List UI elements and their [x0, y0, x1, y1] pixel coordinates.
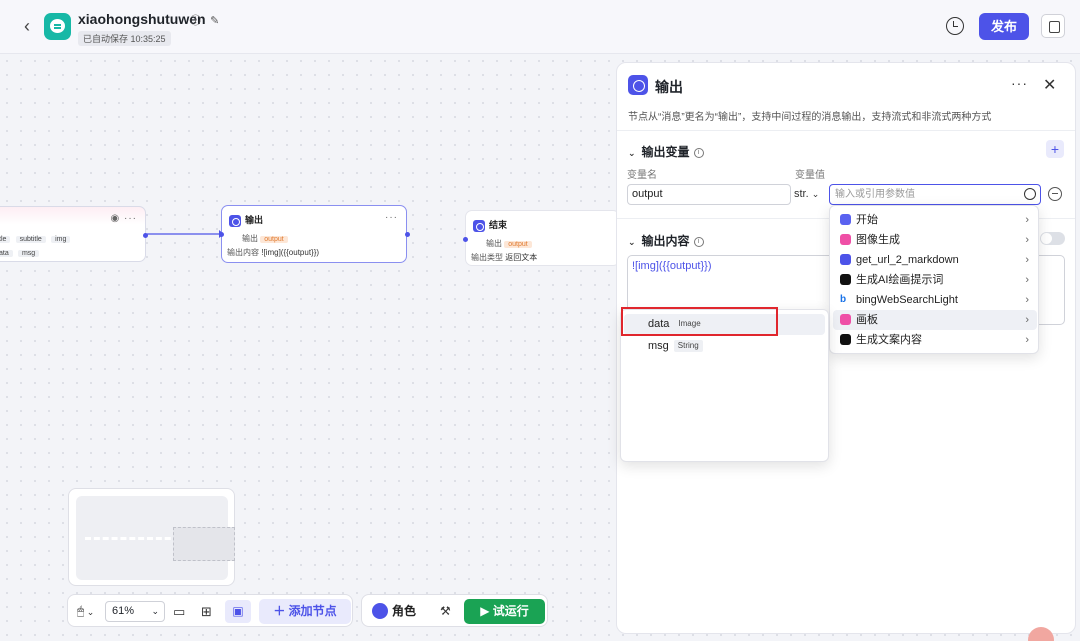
- start-node-icon: [840, 213, 851, 225]
- menu-item-bing[interactable]: b bingWebSearchLight ›: [833, 290, 1037, 310]
- output-node-icon: [229, 214, 241, 227]
- param-tag: tle: [0, 236, 11, 243]
- param-tag: subtitle: [15, 236, 46, 243]
- node-reference-menu: 开始 › 图像生成 › get_url_2_markdown › 生成AI绘画提示词 ›…: [829, 205, 1039, 354]
- var-item-msg[interactable]: msg String: [624, 336, 825, 357]
- menu-item-copywriting[interactable]: 生成文案内容 ›: [833, 330, 1037, 350]
- field-label: 输出: [242, 234, 258, 243]
- layout-icon[interactable]: ⊞: [201, 595, 212, 628]
- output-tag: output: [504, 241, 532, 248]
- chevron-right-icon: ›: [1025, 234, 1029, 246]
- run-toolbar: 角色 ⚒ ▶ 试运行: [361, 594, 548, 627]
- minimap-toggle-icon[interactable]: ▣: [225, 600, 251, 623]
- history-icon[interactable]: [946, 17, 964, 35]
- bing-icon: b: [840, 293, 847, 305]
- node-title: 输出: [245, 215, 264, 225]
- output-port[interactable]: [143, 233, 148, 238]
- plugin-icon: [840, 253, 851, 265]
- param-tag: img: [51, 236, 71, 243]
- col-label-value: 变量值: [795, 170, 825, 181]
- chevron-right-icon: ›: [1025, 294, 1029, 306]
- run-button[interactable]: ▶ 试运行: [464, 599, 545, 624]
- variable-value-input[interactable]: 输入或引用参数值: [829, 184, 1041, 205]
- node-title: 结束: [489, 220, 508, 230]
- more-icon[interactable]: ···: [1011, 75, 1028, 91]
- llm-icon: [840, 333, 851, 345]
- comment-icon[interactable]: ▭: [173, 595, 185, 628]
- add-variable-button[interactable]: +: [1046, 140, 1064, 158]
- more-icon[interactable]: ◉ ···: [111, 213, 138, 224]
- minimap-viewport[interactable]: [173, 527, 235, 561]
- chevron-right-icon: ›: [1025, 334, 1029, 346]
- menu-item-image-gen[interactable]: 图像生成 ›: [833, 230, 1037, 250]
- type-value: 返回文本: [505, 253, 538, 262]
- type-badge: String: [673, 340, 703, 353]
- edit-icon[interactable]: ✎: [210, 15, 219, 27]
- llm-icon: [840, 273, 851, 285]
- variable-name-input[interactable]: output: [627, 184, 791, 205]
- output-node-icon: [628, 75, 648, 95]
- info-icon[interactable]: ⓘ: [190, 15, 201, 27]
- app-logo: [44, 13, 71, 40]
- image-gen-icon: [840, 233, 851, 245]
- output-port[interactable]: [405, 232, 410, 237]
- canvas-toolbar: 🖱︎ ⌄ 61% ⌄ ▭ ⊞ ▣ ＋ 添加节点: [67, 594, 353, 627]
- menu-item-start[interactable]: 开始 ›: [833, 210, 1037, 230]
- back-arrow-icon[interactable]: ‹: [18, 17, 36, 35]
- chevron-right-icon: ›: [1025, 274, 1029, 286]
- add-node-button[interactable]: ＋ 添加节点: [259, 599, 351, 624]
- node-end[interactable]: 结束 输出 output 输出类型 返回文本: [463, 210, 620, 266]
- chevron-right-icon: ›: [1025, 254, 1029, 266]
- reference-picker-icon[interactable]: [1024, 188, 1036, 200]
- section-output-vars[interactable]: ⌄ 输出变量 i: [628, 143, 704, 160]
- content-value: ![img]({{output}}): [261, 248, 320, 257]
- canvas-board-icon: [840, 313, 851, 325]
- menu-item-ai-prompt[interactable]: 生成AI绘画提示词 ›: [833, 270, 1037, 290]
- field-label: 输出类型: [471, 253, 503, 262]
- node-left[interactable]: ◉ ··· tle subtitle img ata msg: [0, 206, 148, 262]
- output-tag: output: [260, 236, 288, 243]
- mouse-mode-icon[interactable]: 🖱︎ ⌄: [77, 595, 94, 628]
- menu-item-canvas[interactable]: 画板 ›: [833, 310, 1037, 330]
- highlight-box: [621, 307, 778, 336]
- zoom-select[interactable]: 61% ⌄: [105, 601, 165, 622]
- menu-item-get-url[interactable]: get_url_2_markdown ›: [833, 250, 1037, 270]
- debug-icon[interactable]: ⚒: [440, 595, 451, 628]
- remove-variable-icon[interactable]: [1048, 187, 1062, 201]
- panel-title: 输出: [655, 79, 683, 95]
- chevron-right-icon: ›: [1025, 314, 1029, 326]
- param-tag: msg: [17, 250, 40, 257]
- param-tag: ata: [0, 250, 13, 257]
- section-output-content[interactable]: ⌄ 输出内容 i: [628, 232, 704, 249]
- role-label[interactable]: 角色: [392, 595, 416, 628]
- node-output[interactable]: 输出 ··· 输出 output 输出内容 ![img]({{output}}): [219, 205, 410, 263]
- chevron-down-icon: ⌄: [628, 237, 636, 247]
- streaming-toggle[interactable]: [1040, 232, 1065, 245]
- info-icon[interactable]: i: [693, 147, 704, 158]
- end-node-icon: [473, 219, 485, 232]
- field-label: 输出内容: [227, 248, 259, 257]
- more-icon[interactable]: ···: [385, 212, 398, 223]
- chevron-down-icon: ⌄: [628, 148, 636, 158]
- minimap[interactable]: [68, 488, 235, 586]
- close-icon[interactable]: ✕: [1043, 75, 1056, 95]
- edge-layer: [147, 230, 224, 238]
- top-header: ‹ xiaohongshutuwen ⓘ ✎ 已自动保存 10:35:25 发布: [0, 0, 1080, 54]
- app-title: xiaohongshutuwen: [78, 11, 206, 27]
- role-avatar-icon[interactable]: [372, 603, 388, 619]
- chevron-right-icon: ›: [1025, 214, 1029, 226]
- copy-icon[interactable]: [1041, 14, 1065, 38]
- input-port[interactable]: [219, 232, 224, 237]
- input-port[interactable]: [463, 237, 468, 242]
- info-icon[interactable]: i: [693, 236, 704, 247]
- col-label-name: 变量名: [627, 170, 657, 181]
- variable-type-select[interactable]: str. ⌄: [794, 184, 827, 205]
- panel-description: 节点从“消息”更名为“输出”，支持中间过程的消息输出，支持流式和非流式两种方式: [628, 112, 992, 123]
- publish-button[interactable]: 发布: [979, 13, 1029, 40]
- autosave-badge: 已自动保存 10:35:25: [78, 31, 171, 46]
- field-label: 输出: [486, 239, 502, 248]
